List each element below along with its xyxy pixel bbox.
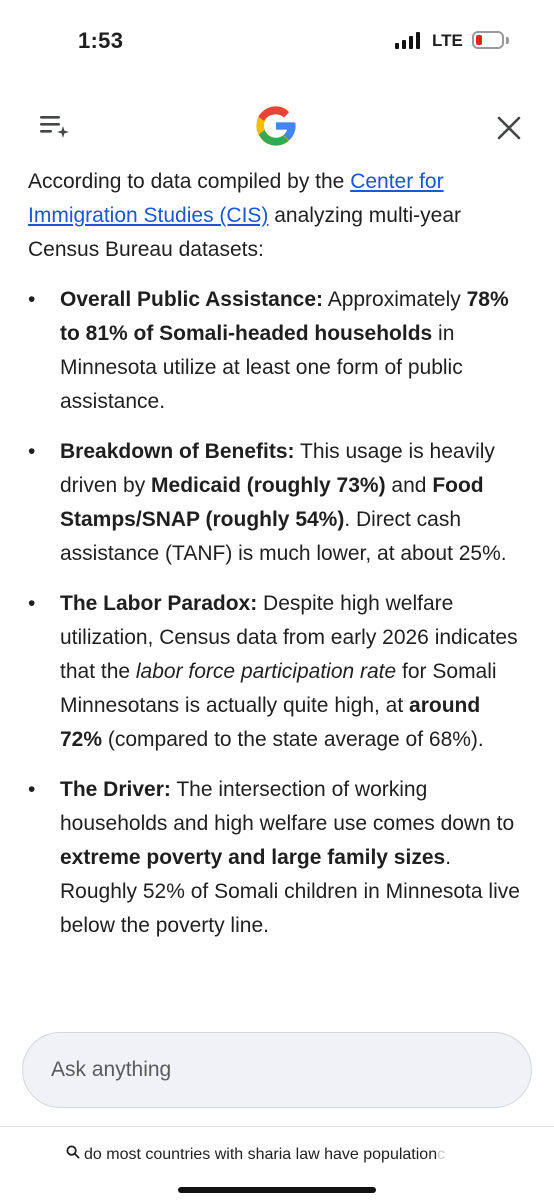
bullet-italic: labor force participation rate: [135, 660, 397, 683]
recent-query-text: do most countries with sharia law have p…: [84, 1145, 438, 1163]
close-icon[interactable]: [491, 110, 527, 146]
signal-strength-icon: [395, 32, 420, 49]
bullet-public-assistance: Overall Public Assistance: Approximately…: [28, 283, 528, 419]
bullet-title: The Labor Paradox:: [60, 592, 258, 615]
search-icon: [66, 1145, 84, 1164]
bullet-title: The Driver:: [60, 778, 171, 801]
bullet-text: (compared to the state average of 68%).: [102, 728, 484, 751]
app-header: [0, 90, 554, 165]
bullet-list: Overall Public Assistance: Approximately…: [28, 283, 528, 943]
battery-icon: [472, 31, 504, 49]
menu-sparkle-icon[interactable]: [36, 112, 72, 142]
answer-content: According to data compiled by the Center…: [28, 165, 528, 943]
status-time: 1:53: [78, 28, 124, 53]
bullet-bold: Medicaid (roughly 73%): [151, 474, 386, 497]
bottom-query-bar: do most countries with sharia law have p…: [0, 1126, 554, 1201]
google-g-logo: [252, 102, 300, 150]
bullet-bold: extreme poverty and large family sizes: [60, 846, 446, 869]
recent-query[interactable]: do most countries with sharia law have p…: [66, 1145, 445, 1164]
bullet-title: Overall Public Assistance:: [60, 288, 324, 311]
status-bar: 1:53 LTE: [0, 0, 554, 84]
recent-query-fade: c: [437, 1145, 446, 1163]
intro-paragraph: According to data compiled by the Center…: [28, 165, 528, 267]
bullet-breakdown-benefits: Breakdown of Benefits: This usage is hea…: [28, 435, 528, 571]
bullet-text: and: [385, 474, 433, 497]
battery-nub: [506, 37, 509, 44]
ask-anything-input[interactable]: [22, 1032, 532, 1108]
intro-text: According to data compiled by the: [28, 170, 351, 193]
home-indicator: [178, 1187, 376, 1193]
bullet-title: Breakdown of Benefits:: [60, 440, 295, 463]
bullet-labor-paradox: The Labor Paradox: Despite high welfare …: [28, 587, 528, 757]
network-type: LTE: [432, 31, 463, 50]
bullet-text: Approximately: [323, 288, 467, 311]
bullet-driver: The Driver: The intersection of working …: [28, 773, 528, 943]
